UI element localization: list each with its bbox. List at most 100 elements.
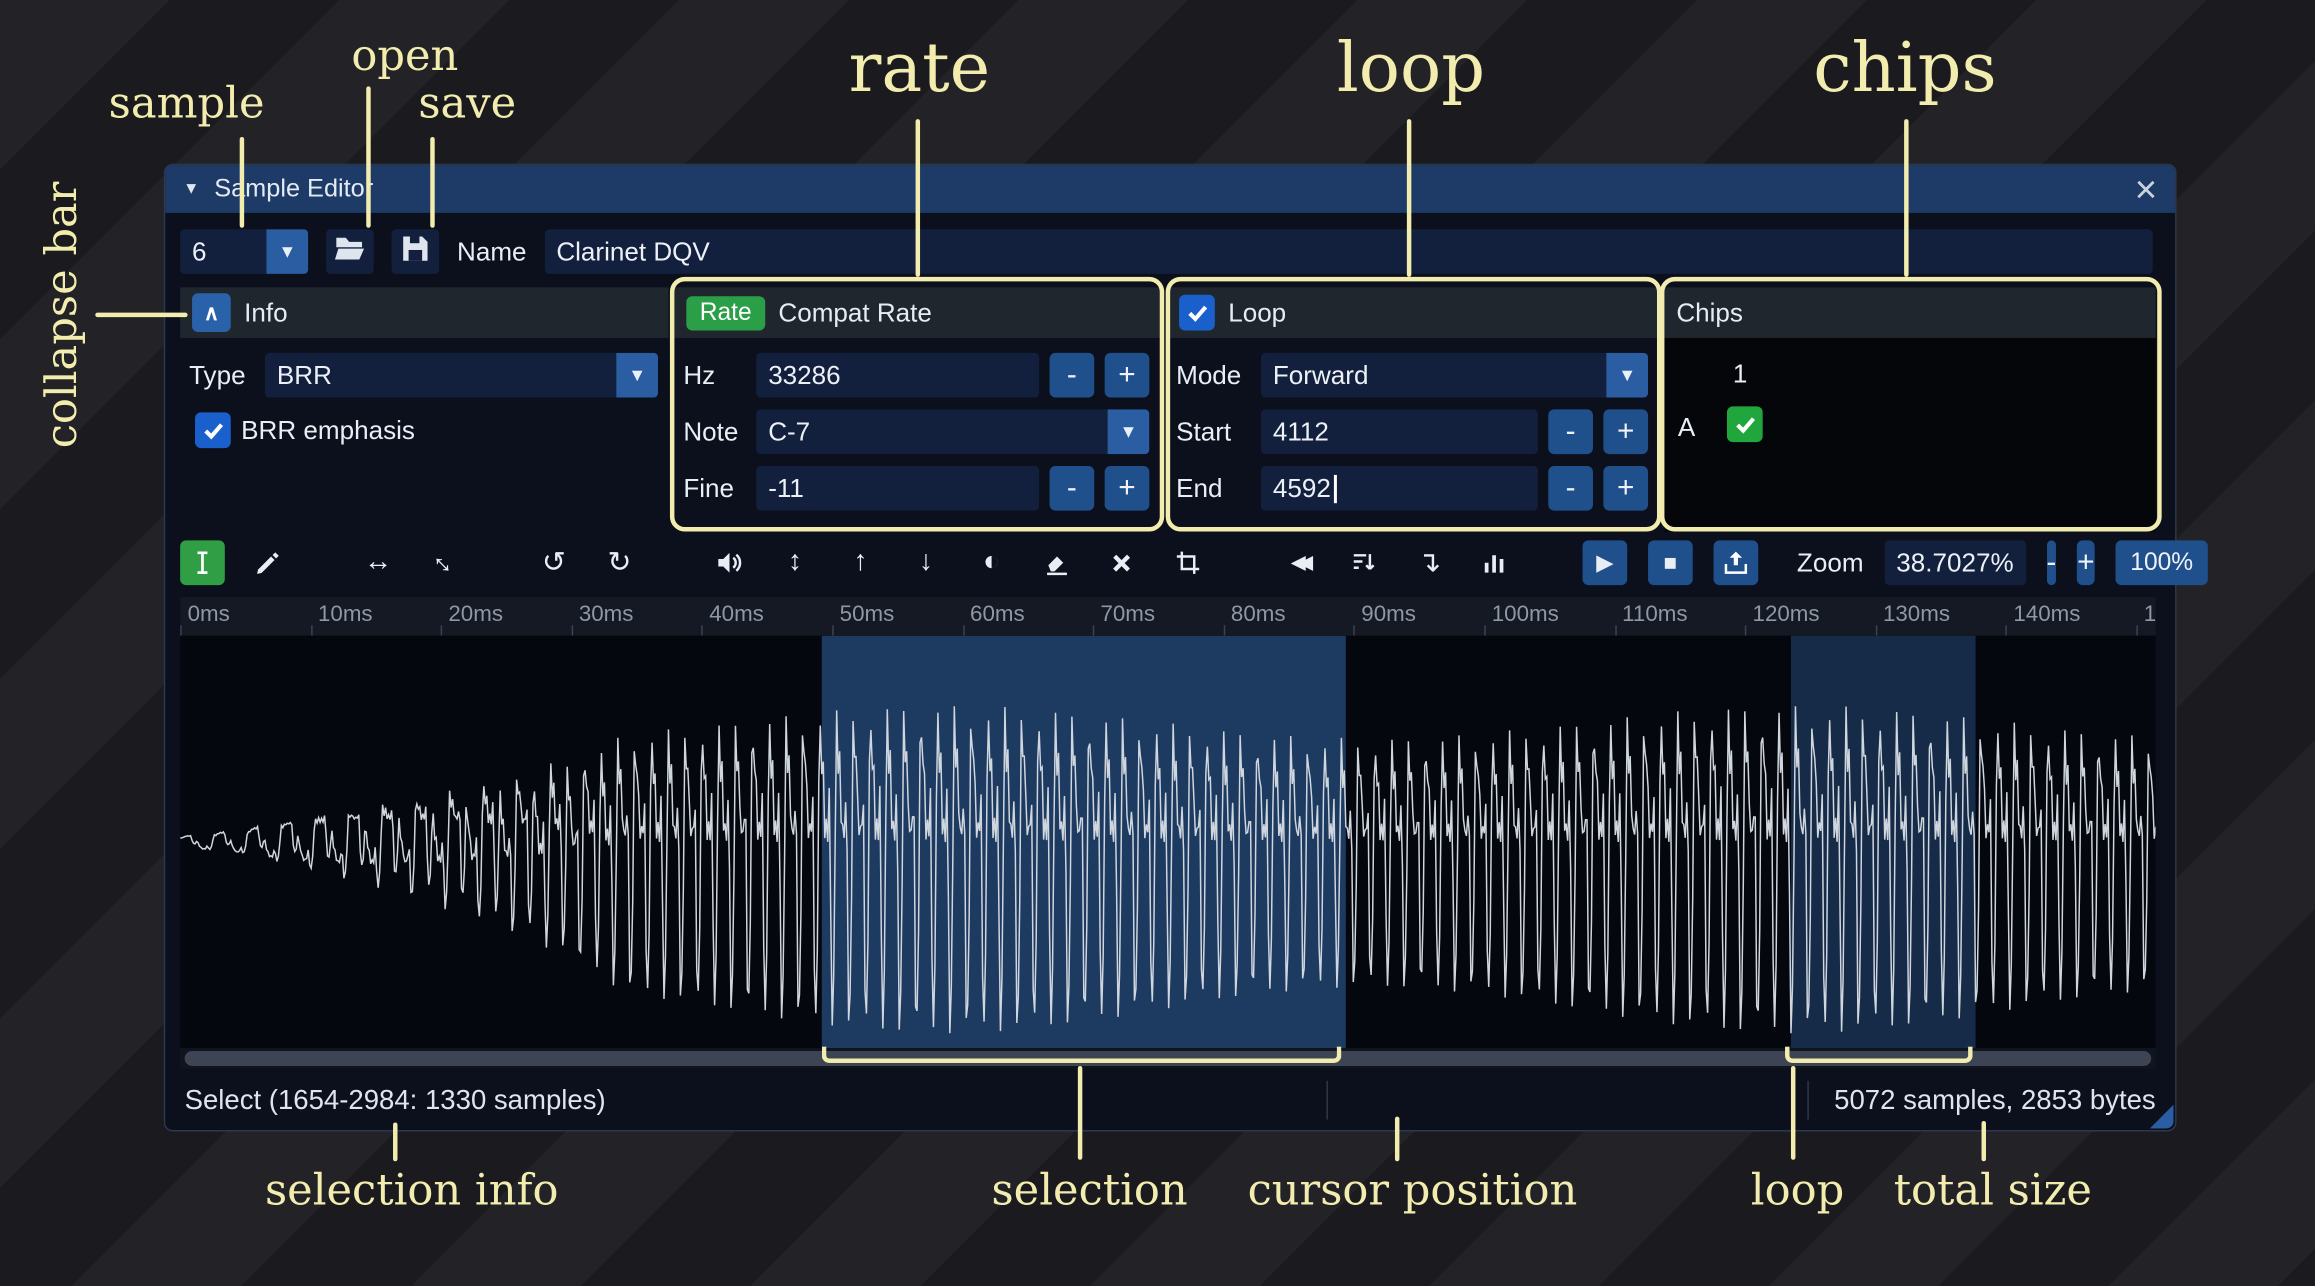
undo-button[interactable]: ↺ <box>531 540 576 585</box>
select-cursor-button[interactable] <box>180 540 225 586</box>
preview-button[interactable] <box>707 540 752 585</box>
window-collapse-icon[interactable]: ▼ <box>183 180 199 198</box>
hz-input[interactable]: 33286 <box>756 352 1040 398</box>
fine-minus-button[interactable]: - <box>1049 465 1095 511</box>
type-dropdown[interactable]: BRR ▼ <box>264 352 659 398</box>
resample-button[interactable]: ↔ <box>421 540 466 585</box>
arrow-down-icon: ↓ <box>918 546 934 578</box>
sort-button[interactable] <box>1341 540 1386 585</box>
loop-start-input[interactable]: 4112 <box>1260 409 1538 455</box>
loop-checkbox[interactable] <box>1179 294 1215 331</box>
loop-end-input[interactable]: 4592 <box>1260 465 1538 511</box>
fine-plus-button[interactable]: + <box>1104 465 1150 511</box>
ruler-label: 0ms <box>187 601 230 627</box>
check-icon <box>1735 416 1755 433</box>
brr-emphasis-label: BRR emphasis <box>241 414 415 445</box>
save-button[interactable] <box>391 229 440 274</box>
draw-pencil-button[interactable] <box>246 540 291 585</box>
note-label: Note <box>683 416 739 446</box>
ruler-tick <box>310 625 313 636</box>
hz-plus-button[interactable]: + <box>1104 352 1150 398</box>
time-ruler[interactable]: 0ms 10ms 20ms 30ms 40ms 50ms 60ms 70ms 80ms 90ms 1… <box>180 596 2156 636</box>
redo-button[interactable]: ↻ <box>597 540 642 585</box>
rate-section: Rate Compat Rate Hz 33286 - + Note C-7 ▼… <box>674 287 1160 531</box>
double-left-icon: ◀◀ <box>1290 550 1313 574</box>
ruler-tick <box>962 625 965 636</box>
eraser-icon <box>1047 556 1067 576</box>
fine-input[interactable]: -11 <box>756 465 1040 511</box>
info-header: Info <box>244 297 288 327</box>
annotation-line <box>430 136 435 228</box>
annotated-screenshot: ▼ Sample Editor × 6 ▼ Name Clarinet DQV <box>0 0 2315 1286</box>
loop-start-plus-button[interactable]: + <box>1603 409 1649 455</box>
open-folder-icon <box>333 233 366 270</box>
annotation-cursor-position: cursor position <box>1247 1164 1578 1215</box>
name-label: Name <box>457 235 527 266</box>
delete-x-icon: + <box>1098 538 1147 587</box>
silence-button[interactable] <box>1035 540 1080 585</box>
upload-icon <box>1724 551 1748 574</box>
zoom-reset-button[interactable]: 100% <box>2115 540 2209 586</box>
type-label: Type <box>189 359 246 390</box>
invert-button[interactable]: ◐ <box>969 540 1014 585</box>
brr-emphasis-checkbox[interactable] <box>195 412 231 449</box>
name-input[interactable]: Clarinet DQV <box>544 229 2153 274</box>
trim-button[interactable] <box>1166 540 1211 585</box>
ruler-label: 30ms <box>578 601 634 627</box>
collapse-bar-button[interactable]: ∧ <box>192 293 231 332</box>
mode-label: Mode <box>1176 359 1242 390</box>
chevron-down-icon: ▼ <box>1107 409 1150 455</box>
normalize-button[interactable]: ↑ <box>838 540 883 585</box>
annotation-loop: loop <box>1336 26 1486 108</box>
name-value: Clarinet DQV <box>556 235 710 266</box>
redo-icon: ↻ <box>607 547 632 579</box>
waveform-view[interactable] <box>180 635 2156 1049</box>
annotation-selection-info: selection info <box>264 1164 559 1215</box>
export-button[interactable] <box>1713 540 1759 586</box>
stop-button[interactable]: ■ <box>1648 540 1693 586</box>
undo-icon: ↺ <box>541 547 566 579</box>
info-section: ∧ Info Type BRR ▼ BRR emphasis <box>180 287 669 531</box>
rate-header-bar: Rate Compat Rate <box>674 287 1160 338</box>
ruler-tick <box>701 625 704 636</box>
info-header-bar[interactable]: ∧ Info <box>180 287 669 338</box>
annotation-line <box>393 1122 398 1162</box>
resize-grip[interactable] <box>2149 1104 2174 1129</box>
amplify-button[interactable]: ↕ <box>773 540 818 585</box>
sample-number-dropdown[interactable]: 6 ▼ <box>180 229 309 274</box>
loop-start-minus-button[interactable]: - <box>1548 409 1593 455</box>
chevron-down-icon: ▼ <box>616 352 659 398</box>
stop-icon: ■ <box>1663 550 1678 576</box>
titlebar[interactable]: ▼ Sample Editor × <box>165 165 2176 213</box>
delete-button[interactable]: + <box>1098 538 1147 587</box>
chart-bars-icon <box>1484 555 1504 573</box>
fade-button[interactable]: ↓ <box>904 540 949 585</box>
fine-value: -11 <box>768 472 804 503</box>
loop-bracket <box>1785 1046 1973 1063</box>
note-dropdown[interactable]: C-7 ▼ <box>756 409 1150 455</box>
resize-button[interactable]: ↔ <box>356 540 401 585</box>
loop-end-minus-button[interactable]: - <box>1548 465 1593 511</box>
ruler-label: 140ms <box>2013 601 2081 627</box>
play-button[interactable]: ▶ <box>1582 540 1628 586</box>
sort-descending-icon <box>1353 554 1375 570</box>
rewind-button[interactable]: ◀◀ <box>1276 540 1321 585</box>
chip-enable-checkbox[interactable] <box>1726 406 1763 443</box>
check-icon <box>1187 304 1207 322</box>
zoom-plus-button[interactable]: + <box>2077 540 2095 586</box>
type-value: BRR <box>276 359 332 390</box>
ruler-tick <box>571 625 573 636</box>
chart-button[interactable] <box>1472 540 1517 585</box>
turn-down-button[interactable]: ↴ <box>1407 540 1452 585</box>
ruler-tick <box>2136 625 2138 636</box>
hz-minus-button[interactable]: - <box>1049 352 1095 398</box>
loop-section: Loop Mode Forward ▼ Start 4112 - + End 4… <box>1167 287 1659 531</box>
rate-tag[interactable]: Rate <box>686 295 766 330</box>
loop-mode-dropdown[interactable]: Forward ▼ <box>1260 352 1649 398</box>
loop-end-plus-button[interactable]: + <box>1603 465 1649 511</box>
open-button[interactable] <box>326 229 374 274</box>
close-icon[interactable]: × <box>2135 170 2158 209</box>
annotation-selection: selection <box>991 1164 1188 1215</box>
zoom-minus-button[interactable]: - <box>2046 540 2057 586</box>
zoom-input[interactable]: 38.7027% <box>1884 540 2026 586</box>
